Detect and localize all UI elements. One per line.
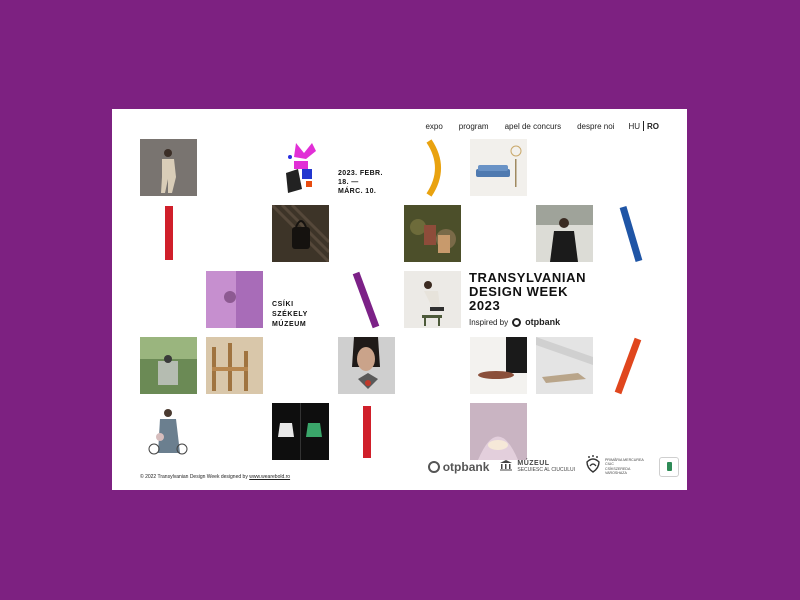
otp-logo-icon [427,460,440,473]
city-logo-line-2: CSÍKSZEREDA VAROSHAZA [605,466,631,476]
museum-line-1: CSÍKI [272,301,294,308]
gallery-photo-reclining-figure[interactable] [536,337,593,394]
event-title: TRANSYLVANIAN DESIGN WEEK 2023 [469,271,609,313]
title-line-3: 2023 [469,298,501,313]
museum-line-3: MÚZEUM [272,321,307,328]
museum-line-2: SZÉKELY [272,311,308,318]
museum-name: CSÍKI SZÉKELY MÚZEUM [272,300,332,330]
gallery-collage-pink-figure[interactable] [272,139,329,196]
decor-orange-bar [614,337,642,395]
top-nav: expo program apel de concurs despre noi … [409,121,659,131]
gallery-photo-outdoor-chair[interactable] [140,337,197,394]
gallery-photo-pink-light[interactable] [470,403,527,460]
city-logo-line-1: PRIMĂRIA MERCUREA CIUC [605,457,644,467]
lang-hu-link[interactable]: HU [628,122,640,131]
gallery-photo-purple-sculpture[interactable] [206,271,263,328]
gallery-photo-blue-sofa[interactable] [470,139,527,196]
otp-logo-text: otpbank [442,459,490,474]
gallery-photo-dark-lamps[interactable] [272,403,329,460]
page-card: expo program apel de concurs despre noi … [112,109,687,490]
designer-link[interactable]: www.wearebold.ro [249,474,290,480]
museum-logo[interactable]: MÚZEUL SECUIESC AL CIUCULUI [499,458,575,476]
gallery-photo-wooden-chairs[interactable] [206,337,263,394]
otp-mark-icon [512,317,522,327]
mobile-view-button[interactable] [659,456,679,477]
inspired-sponsor: otpbank [525,317,561,327]
museum-logo-name: MÚZEUL [517,459,550,467]
decor-red-bar [165,206,173,260]
phone-icon [666,462,672,471]
city-logo-text: PRIMĂRIA MERCUREA CIUC CSÍKSZEREDA VAROS… [605,458,649,476]
gallery-photo-woman-earrings[interactable] [338,337,395,394]
city-crest-icon [585,454,601,479]
gallery-photo-seated-man[interactable] [404,271,461,328]
title-line-1: TRANSYLVANIAN [469,270,587,285]
gallery-photo-people-in-grass[interactable] [404,205,461,262]
museum-logo-text: MÚZEUL SECUIESC AL CIUCULUI [517,459,575,473]
city-hall-logo[interactable]: PRIMĂRIA MERCUREA CIUC CSÍKSZEREDA VAROS… [585,454,649,479]
decor-purple-bar [352,271,380,329]
gallery-photo-woman-in-black[interactable] [536,205,593,262]
gallery-illustration-figures[interactable] [140,403,197,460]
gallery-photo-dark-bag[interactable] [272,205,329,262]
gallery-photo-person-walking[interactable] [140,139,197,196]
lang-divider [643,121,644,131]
title-line-2: DESIGN WEEK [469,284,569,299]
sponsor-logos: otpbank MÚZEUL SECUIESC AL CIUCULUI PRIM… [427,454,679,479]
decor-yellow-arc [425,139,447,197]
inspired-by-text: Inspired by [469,317,509,327]
event-dates: 2023. FEBR. 18. — MÁRC. 10. [338,170,383,195]
inspired-by: Inspired by otpbank [469,317,560,327]
nav-link-despre-noi[interactable]: despre noi [577,122,614,131]
nav-link-expo[interactable]: expo [425,122,442,131]
nav-link-program[interactable]: program [459,122,489,131]
museum-logo-sub: SECUIESC AL CIUCULUI [517,466,575,473]
copyright-text: © 2022 Transylvanian Design Week designe… [140,474,248,480]
decor-red-bar-2 [363,406,371,458]
museum-building-icon [499,458,513,476]
lang-ro-link[interactable]: RO [647,122,659,131]
footer-copyright: © 2022 Transylvanian Design Week designe… [140,474,290,480]
decor-blue-bar [619,205,643,263]
nav-link-apel-de-concurs[interactable]: apel de concurs [505,122,561,131]
otp-bank-logo[interactable]: otpbank [427,459,490,474]
gallery-photo-bowl[interactable] [470,337,527,394]
language-switcher: HU RO [628,121,659,131]
